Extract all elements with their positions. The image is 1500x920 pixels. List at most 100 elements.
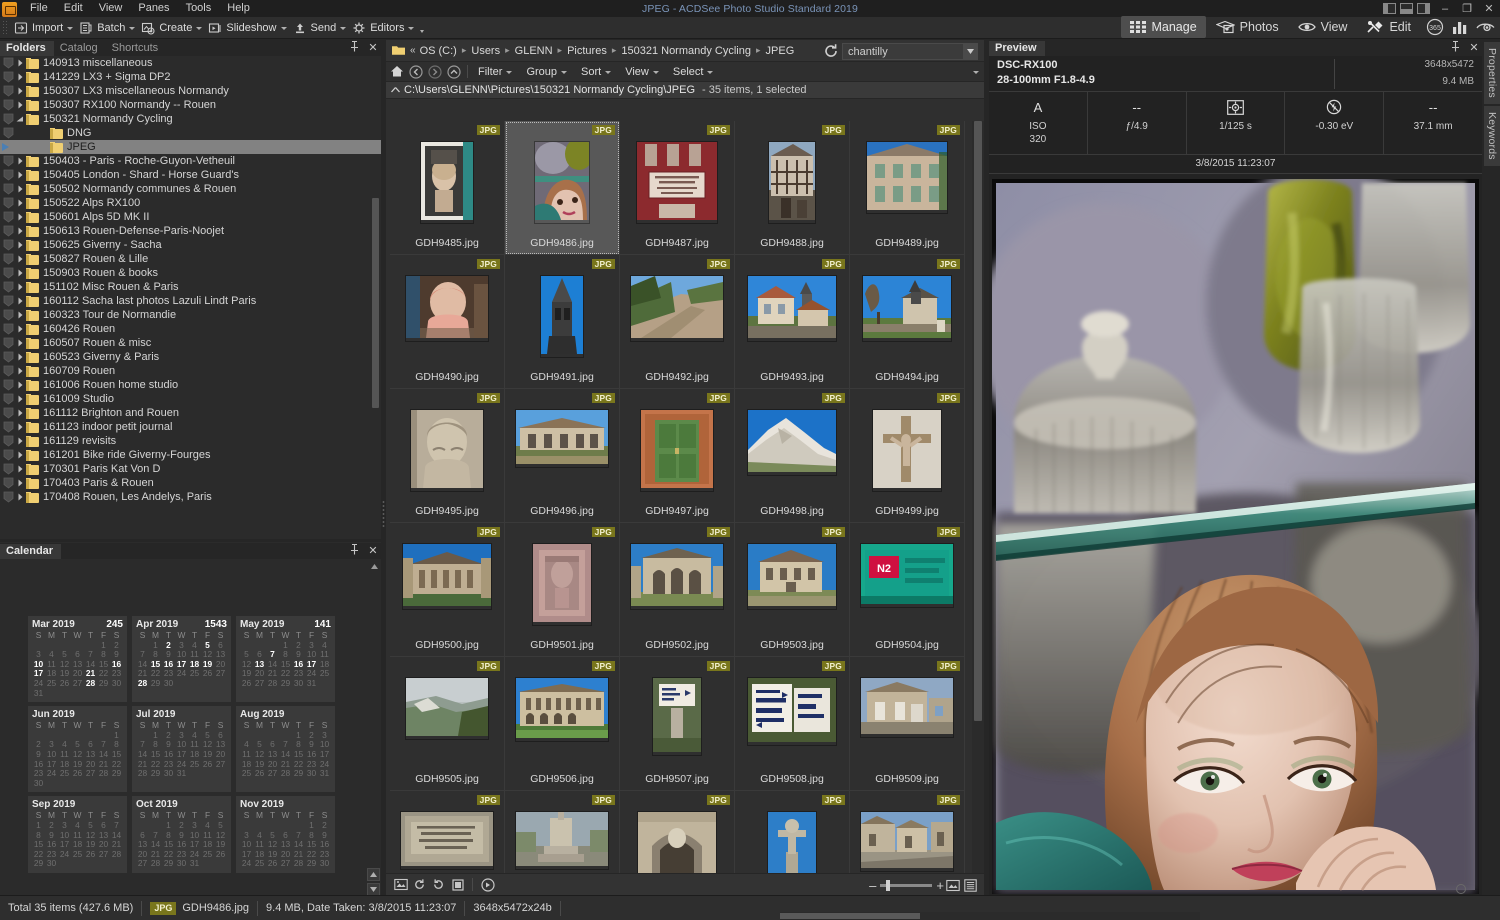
- folder-tree-scrollbar[interactable]: [372, 58, 379, 532]
- rotate-left-icon[interactable]: [410, 875, 429, 894]
- eye-dark-icon[interactable]: [1474, 16, 1496, 38]
- calendar-day[interactable]: 27: [214, 669, 227, 679]
- folder-tree-item[interactable]: 160709 Rouen: [0, 364, 381, 378]
- send-chevron-down-icon[interactable]: [340, 27, 346, 30]
- editors-button[interactable]: Editors: [350, 18, 418, 38]
- expander-icon[interactable]: [14, 381, 26, 389]
- tab-keywords[interactable]: Keywords: [1484, 106, 1500, 166]
- folder-tree-item[interactable]: 170403 Paris & Rouen: [0, 476, 381, 490]
- thumbnail-item[interactable]: JPGGDH9502.jpg: [620, 523, 735, 657]
- expander-icon[interactable]: [14, 73, 26, 81]
- tab-calendar[interactable]: Calendar: [0, 544, 61, 559]
- expander-icon[interactable]: [14, 465, 26, 473]
- folders-close-icon[interactable]: ✕: [367, 41, 379, 55]
- calendar-day[interactable]: 29: [305, 859, 318, 869]
- calendar-day[interactable]: 29: [292, 769, 305, 779]
- refresh-icon[interactable]: [823, 43, 839, 59]
- calendar-days-table[interactable]: SMTWTFS123456789101112131415161718192021…: [240, 631, 331, 689]
- calendar-day[interactable]: 26: [71, 769, 84, 779]
- calendar-month[interactable]: Nov 2019SMTWTFS1234567891011121314151617…: [236, 796, 335, 873]
- calendar-day[interactable]: 25: [58, 769, 71, 779]
- folder-tree-item[interactable]: 141229 LX3 + Sigma DP2: [0, 70, 381, 84]
- thumbnail-item[interactable]: JPGGDH9489.jpg: [850, 121, 965, 255]
- thumbnail-grid[interactable]: JPGGDH9485.jpgJPGGDH9486.jpgJPGGDH9487.j…: [386, 121, 984, 873]
- folder-tree-item[interactable]: 161129 revisits: [0, 434, 381, 448]
- sort-chevron-down-icon[interactable]: [605, 71, 611, 74]
- folder-tree-item[interactable]: 150405 London - Shard - Horse Guard's: [0, 168, 381, 182]
- batch-button[interactable]: Batch: [77, 18, 139, 38]
- folder-tree-item[interactable]: 150321 Normandy Cycling: [0, 112, 381, 126]
- back-icon[interactable]: [407, 63, 424, 80]
- breadcrumb-item-normandy-cycling[interactable]: 150321 Normandy Cycling: [621, 45, 751, 57]
- zoom-control[interactable]: – +: [869, 878, 944, 893]
- calendar-days-table[interactable]: SMTWTFS123456789101112131415161718192021…: [240, 721, 331, 779]
- left-panel-splitter[interactable]: [0, 539, 381, 542]
- expander-icon[interactable]: [14, 116, 26, 123]
- calendar-day[interactable]: 28: [266, 679, 279, 689]
- search-dropdown-chevron-icon[interactable]: [963, 44, 977, 59]
- calendar-days-table[interactable]: SMTWTFS123456789101112131415161718192021…: [32, 721, 123, 788]
- slideshow-button[interactable]: Slideshow: [206, 18, 290, 38]
- expander-icon[interactable]: [14, 87, 26, 95]
- expander-icon[interactable]: [14, 213, 26, 221]
- calendar-day[interactable]: 30: [162, 769, 175, 779]
- calendar-day[interactable]: 28: [110, 850, 123, 860]
- folder-tree-item[interactable]: 150502 Normandy communes & Rouen: [0, 182, 381, 196]
- thumbnail-item[interactable]: JPGGDH9492.jpg: [620, 255, 735, 389]
- calendar-day[interactable]: 28: [84, 679, 97, 689]
- calendar-day[interactable]: 25: [45, 679, 58, 689]
- calendar-close-icon[interactable]: ✕: [367, 544, 379, 558]
- folders-pin-icon[interactable]: [348, 41, 360, 55]
- tab-catalog[interactable]: Catalog: [54, 41, 106, 56]
- expander-icon[interactable]: [14, 311, 26, 319]
- calendar-month[interactable]: Oct 2019SMTWTFS1234567891011121314151617…: [132, 796, 231, 873]
- folder-tree-item[interactable]: 161009 Studio: [0, 392, 381, 406]
- calendar-month[interactable]: Sep 2019SMTWTFS1234567891011121314151617…: [28, 796, 127, 873]
- select-chevron-down-icon[interactable]: [707, 71, 713, 74]
- scroll-up-button[interactable]: [367, 868, 380, 881]
- calendar-day[interactable]: 31: [188, 859, 201, 869]
- menu-view[interactable]: View: [91, 0, 131, 17]
- calendar-day[interactable]: 28: [97, 769, 110, 779]
- calendar-day[interactable]: 28: [279, 769, 292, 779]
- calendar-day[interactable]: 30: [162, 679, 175, 689]
- thumbnail-item[interactable]: JPGGDH9495.jpg: [390, 389, 505, 523]
- calendar-day[interactable]: 26: [201, 669, 214, 679]
- mode-photos[interactable]: Photos: [1207, 16, 1288, 38]
- layout-bottom-panel-icon[interactable]: [1400, 3, 1413, 14]
- thumbnail-item[interactable]: JPGGDH9496.jpg: [505, 389, 620, 523]
- breadcrumb-item-glenn[interactable]: GLENN: [515, 45, 553, 57]
- calendar-month[interactable]: Jul 2019SMTWTFS1234567891011121314151617…: [132, 706, 231, 792]
- folder-tree-item[interactable]: 161201 Bike ride Giverny-Fourges: [0, 448, 381, 462]
- thumbnail-item[interactable]: JPGGDH9488.jpg: [735, 121, 850, 255]
- folder-tree-item[interactable]: 160507 Rouen & misc: [0, 336, 381, 350]
- expander-icon[interactable]: [14, 409, 26, 417]
- expander-icon[interactable]: [14, 269, 26, 277]
- calendar-day[interactable]: 27: [136, 859, 149, 869]
- rotate-right-icon[interactable]: [429, 875, 448, 894]
- editors-chevron-down-icon[interactable]: [408, 27, 414, 30]
- menu-tools[interactable]: Tools: [178, 0, 220, 17]
- folder-tree-item[interactable]: 161112 Brighton and Rouen: [0, 406, 381, 420]
- expander-icon[interactable]: [14, 255, 26, 263]
- calendar-day[interactable]: 26: [266, 859, 279, 869]
- thumbnail-item[interactable]: JPGGDH9509.jpg: [850, 657, 965, 791]
- zoom-out-button[interactable]: –: [869, 878, 876, 893]
- folder-tree-item[interactable]: DNG: [0, 126, 381, 140]
- folder-tree-item[interactable]: 160323 Tour de Normandie: [0, 308, 381, 322]
- expander-icon[interactable]: [14, 101, 26, 109]
- calendar-day[interactable]: 26: [240, 679, 253, 689]
- calendar-day[interactable]: 30: [110, 679, 123, 689]
- calendar-day[interactable]: 25: [188, 669, 201, 679]
- breadcrumb-item-os[interactable]: OS (C:): [420, 45, 457, 57]
- calendar-day[interactable]: 31: [175, 769, 188, 779]
- calendar-day[interactable]: 30: [292, 679, 305, 689]
- toolbar-overflow-chevron-icon[interactable]: [420, 30, 424, 33]
- filter-chevron-down-icon[interactable]: [506, 71, 512, 74]
- search-box[interactable]: [842, 43, 978, 60]
- folder-tree-item[interactable]: 150403 - Paris - Roche-Guyon-Vetheuil: [0, 154, 381, 168]
- thumbnail-item[interactable]: JPGGDH9485.jpg: [390, 121, 505, 255]
- folder-tree-item[interactable]: 150613 Rouen-Defense-Paris-Noojet: [0, 224, 381, 238]
- thumbnail-item[interactable]: JPG: [505, 791, 620, 873]
- calendar-day[interactable]: 25: [318, 669, 331, 679]
